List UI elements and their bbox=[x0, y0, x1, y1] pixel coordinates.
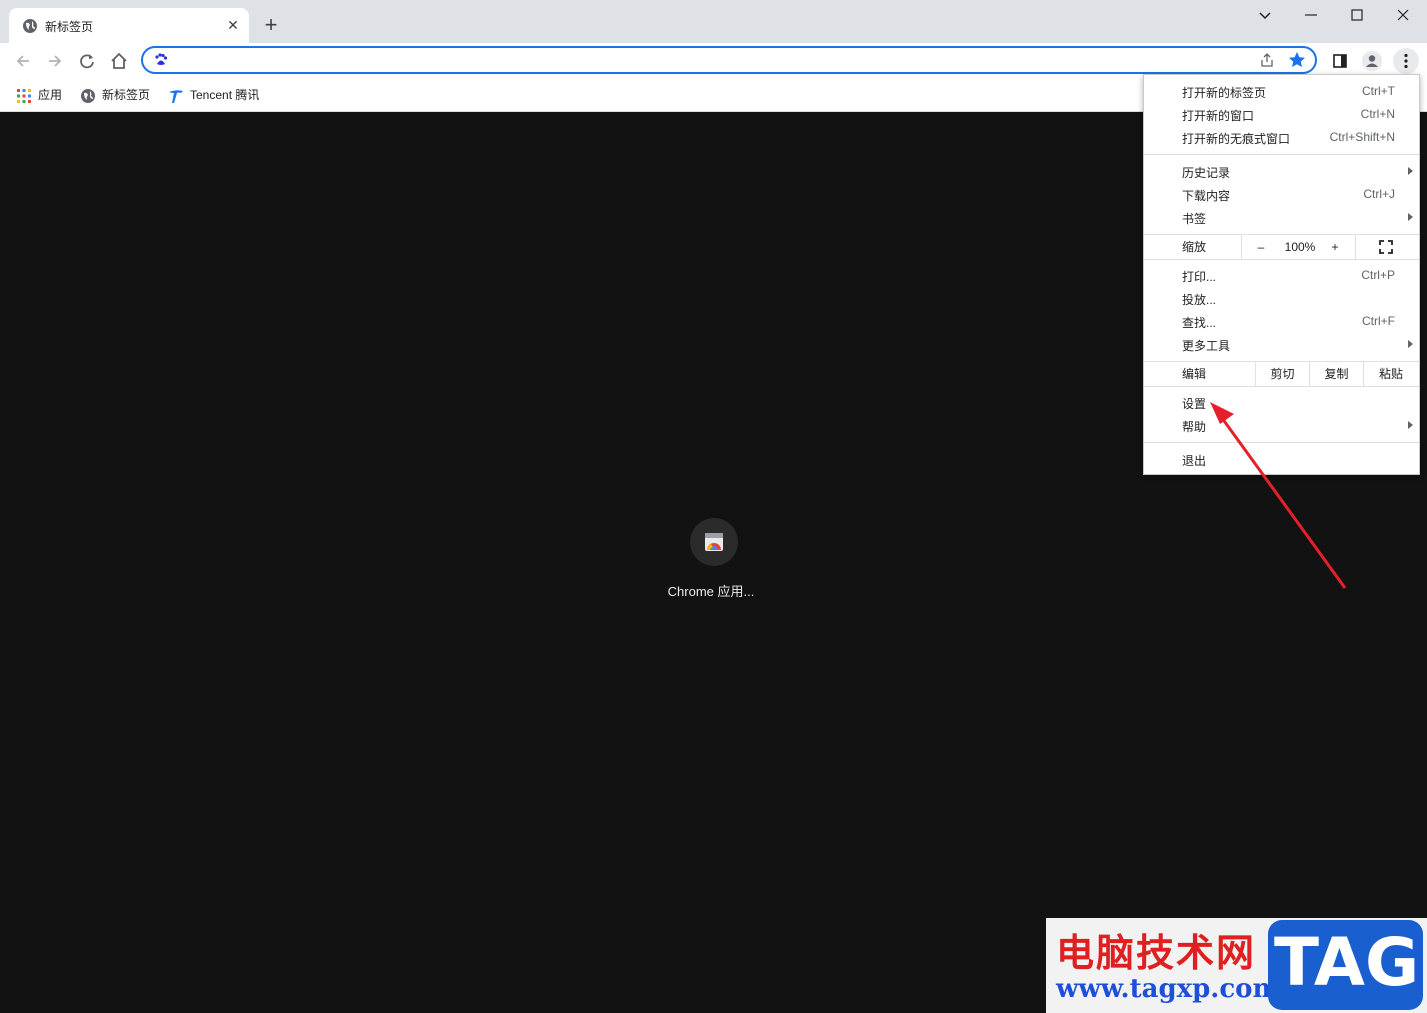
menu-label: 投放... bbox=[1182, 293, 1217, 307]
zoom-level: 100% bbox=[1284, 240, 1316, 254]
menu-divider bbox=[1144, 259, 1419, 260]
tab-strip: 新标签页 ✕ + bbox=[0, 0, 1427, 43]
menu-label: 退出 bbox=[1182, 454, 1207, 468]
bookmark-label: 新标签页 bbox=[102, 88, 151, 102]
menu-new-tab[interactable]: 打开新的标签页 Ctrl+T bbox=[1144, 80, 1419, 103]
paste-button[interactable]: 粘贴 bbox=[1364, 362, 1418, 386]
menu-find[interactable]: 查找... Ctrl+F bbox=[1144, 310, 1419, 333]
menu-new-incognito-window[interactable]: 打开新的无痕式窗口 Ctrl+Shift+N bbox=[1144, 126, 1419, 149]
app-label: Chrome 应用... bbox=[667, 584, 755, 599]
close-tab-icon[interactable]: ✕ bbox=[225, 17, 241, 33]
address-bar[interactable] bbox=[141, 46, 1317, 74]
bookmark-star-icon[interactable] bbox=[1287, 50, 1307, 70]
menu-zoom-row: 缩放 – 100% + bbox=[1144, 235, 1419, 259]
chrome-app-shortcut[interactable] bbox=[690, 518, 738, 566]
watermark: 电脑技术网 www.tagxp.com TAG bbox=[1046, 918, 1427, 1013]
home-icon[interactable] bbox=[108, 50, 130, 72]
baidu-paw-icon bbox=[155, 53, 168, 65]
menu-divider bbox=[1144, 386, 1419, 387]
zoom-in-button[interactable]: + bbox=[1322, 235, 1348, 259]
chrome-main-menu: 打开新的标签页 Ctrl+T 打开新的窗口 Ctrl+N 打开新的无痕式窗口 C… bbox=[1143, 74, 1420, 475]
tab-new-tab[interactable]: 新标签页 ✕ bbox=[9, 8, 249, 43]
submenu-arrow-icon bbox=[1408, 167, 1413, 175]
menu-label: 书签 bbox=[1182, 212, 1207, 226]
menu-label: 下载内容 bbox=[1182, 189, 1231, 203]
watermark-logo: TAG bbox=[1268, 920, 1423, 1010]
side-panel-icon[interactable] bbox=[1329, 50, 1351, 72]
menu-kebab-icon[interactable] bbox=[1393, 48, 1419, 74]
address-input[interactable] bbox=[179, 50, 1243, 72]
menu-downloads[interactable]: 下载内容 Ctrl+J bbox=[1144, 183, 1419, 206]
forward-icon[interactable] bbox=[44, 50, 66, 72]
fullscreen-icon[interactable] bbox=[1379, 240, 1393, 254]
menu-bookmarks[interactable]: 书签 bbox=[1144, 206, 1419, 229]
copy-button[interactable]: 复制 bbox=[1310, 362, 1363, 386]
menu-shortcut: Ctrl+T bbox=[1362, 84, 1395, 98]
menu-help[interactable]: 帮助 bbox=[1144, 414, 1419, 437]
tab-title: 新标签页 bbox=[45, 20, 94, 34]
tencent-icon bbox=[169, 90, 183, 103]
menu-more-tools[interactable]: 更多工具 bbox=[1144, 333, 1419, 356]
menu-shortcut: Ctrl+J bbox=[1363, 187, 1395, 201]
zoom-out-button[interactable]: – bbox=[1244, 235, 1278, 259]
tab-search-icon[interactable] bbox=[1256, 6, 1274, 24]
menu-exit[interactable]: 退出 bbox=[1144, 448, 1419, 471]
menu-label: 打开新的标签页 bbox=[1182, 86, 1267, 100]
globe-icon bbox=[23, 19, 37, 33]
menu-divider bbox=[1355, 235, 1356, 259]
menu-label: 查找... bbox=[1182, 316, 1217, 330]
menu-label: 历史记录 bbox=[1182, 166, 1231, 180]
bookmark-label: Tencent 腾讯 bbox=[190, 88, 260, 102]
cut-button[interactable]: 剪切 bbox=[1256, 362, 1309, 386]
menu-print[interactable]: 打印... Ctrl+P bbox=[1144, 264, 1419, 287]
menu-shortcut: Ctrl+N bbox=[1360, 107, 1395, 121]
profile-avatar-icon[interactable] bbox=[1361, 50, 1383, 72]
bookmark-apps[interactable]: 应用 bbox=[16, 85, 62, 105]
watermark-logo-text: TAG bbox=[1274, 924, 1420, 1001]
share-icon[interactable] bbox=[1259, 52, 1275, 68]
menu-divider bbox=[1144, 442, 1419, 443]
edit-label: 编辑 bbox=[1182, 367, 1207, 381]
menu-label: 设置 bbox=[1182, 397, 1207, 411]
watermark-title: 电脑技术网 bbox=[1056, 931, 1257, 975]
bookmark-label: 应用 bbox=[38, 88, 63, 102]
submenu-arrow-icon bbox=[1408, 340, 1413, 348]
bookmark-tencent[interactable]: Tencent 腾讯 bbox=[168, 85, 259, 105]
bookmark-new-tab[interactable]: 新标签页 bbox=[80, 85, 150, 105]
menu-new-window[interactable]: 打开新的窗口 Ctrl+N bbox=[1144, 103, 1419, 126]
menu-cast[interactable]: 投放... bbox=[1144, 287, 1419, 310]
menu-divider bbox=[1241, 235, 1242, 259]
menu-label: 打开新的窗口 bbox=[1182, 109, 1255, 123]
menu-history[interactable]: 历史记录 bbox=[1144, 160, 1419, 183]
submenu-arrow-icon bbox=[1408, 421, 1413, 429]
minimize-icon[interactable] bbox=[1302, 6, 1320, 24]
globe-icon bbox=[81, 88, 95, 103]
menu-label: 打开新的无痕式窗口 bbox=[1182, 132, 1291, 146]
zoom-label: 缩放 bbox=[1182, 240, 1207, 254]
menu-label: 打印... bbox=[1182, 270, 1217, 284]
new-tab-button[interactable]: + bbox=[260, 14, 282, 36]
close-window-icon[interactable] bbox=[1394, 6, 1412, 24]
apps-grid-icon bbox=[17, 88, 31, 103]
maximize-icon[interactable] bbox=[1348, 6, 1366, 24]
watermark-url: www.tagxp.com bbox=[1056, 974, 1281, 1004]
menu-label: 更多工具 bbox=[1182, 339, 1231, 353]
menu-settings[interactable]: 设置 bbox=[1144, 391, 1419, 414]
menu-shortcut: Ctrl+P bbox=[1361, 268, 1395, 282]
reload-icon[interactable] bbox=[76, 50, 98, 72]
back-icon[interactable] bbox=[12, 50, 34, 72]
menu-label: 帮助 bbox=[1182, 420, 1207, 434]
chrome-web-store-icon bbox=[705, 533, 723, 551]
menu-edit-row: 编辑 剪切 复制 粘贴 bbox=[1144, 362, 1419, 386]
menu-shortcut: Ctrl+Shift+N bbox=[1329, 130, 1395, 144]
menu-shortcut: Ctrl+F bbox=[1362, 314, 1395, 328]
menu-divider bbox=[1144, 154, 1419, 155]
submenu-arrow-icon bbox=[1408, 213, 1413, 221]
